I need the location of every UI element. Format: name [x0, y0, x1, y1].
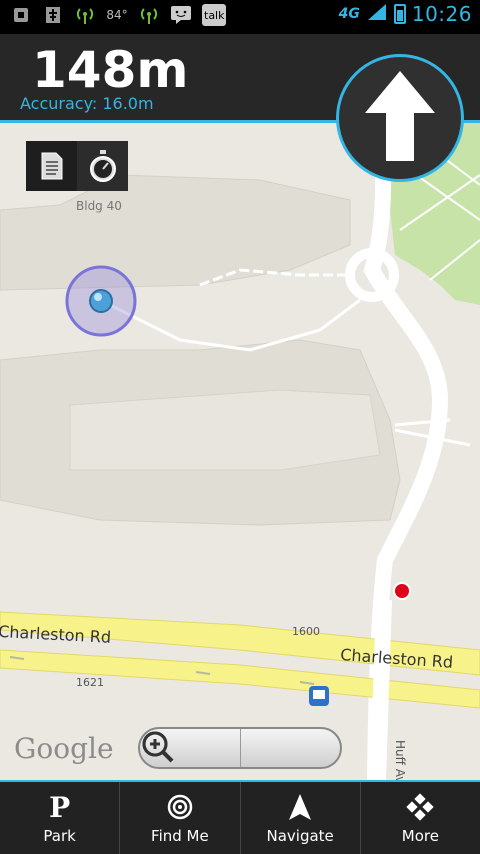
map-canvas: Bldg 40 Charleston Rd Charleston Rd 1600…: [0, 123, 480, 780]
battery-icon: [393, 4, 406, 24]
notes-button[interactable]: [26, 141, 77, 191]
zoom-controls: [138, 727, 342, 769]
zoom-in-icon: [142, 731, 174, 763]
system-icons: 4G 10:26: [339, 2, 472, 26]
google-logo: Google: [14, 732, 114, 765]
huff-ave-road-lower: [370, 599, 392, 780]
temperature-text: 84°: [106, 8, 128, 22]
direction-arrow-icon: [365, 71, 435, 161]
network-type: 4G: [338, 6, 360, 22]
notification-icons: 84° talk: [10, 4, 227, 26]
current-location-dot: [89, 289, 113, 313]
footpath: [99, 298, 361, 352]
wifi-hotspot-icon: [74, 4, 96, 26]
messaging-icon: [170, 4, 192, 26]
more-button[interactable]: More: [361, 782, 480, 854]
find-me-button[interactable]: Find Me: [120, 782, 241, 854]
distance-value: 148m: [32, 41, 189, 99]
current-location-highlight: [94, 293, 102, 301]
signal-icon: [366, 2, 388, 26]
direction-compass: [336, 54, 464, 182]
accuracy-text: Accuracy: 16.0m: [20, 94, 154, 113]
more-icon: [406, 791, 435, 823]
target-icon: [166, 791, 194, 823]
more-label: More: [401, 827, 439, 845]
parking-icon: P: [49, 790, 71, 824]
notes-icon: [41, 152, 62, 180]
stopwatch-icon: [89, 150, 116, 182]
bldg-label: Bldg 40: [76, 199, 122, 213]
clock: 10:26: [411, 2, 472, 26]
map-tools: [26, 141, 128, 191]
address-1600: 1600: [292, 625, 320, 638]
timer-button[interactable]: [77, 141, 128, 191]
find-me-label: Find Me: [151, 827, 209, 845]
map-view[interactable]: Bldg 40 Charleston Rd Charleston Rd 1600…: [0, 123, 480, 780]
park-label: Park: [43, 827, 76, 845]
talk-icon: talk: [202, 4, 227, 26]
building-block: [0, 174, 351, 291]
usb-icon: [42, 4, 64, 26]
bottom-navigation: P Park Find Me Navigate More: [0, 780, 480, 854]
wifi-hotspot-icon-2: [138, 4, 160, 26]
status-bar: 84° talk 4G 10:26: [0, 0, 480, 34]
navigate-button[interactable]: Navigate: [241, 782, 361, 854]
huff-ave-label: Huff Av: [393, 740, 407, 780]
park-button[interactable]: P Park: [0, 782, 121, 854]
app-notification-icon: [10, 4, 32, 26]
navigate-label: Navigate: [266, 827, 334, 845]
zoom-in-button[interactable]: [142, 729, 341, 767]
building-block: [69, 389, 381, 471]
parked-car-marker[interactable]: [393, 582, 411, 600]
navigate-icon: [288, 791, 312, 823]
address-1621: 1621: [76, 676, 104, 689]
